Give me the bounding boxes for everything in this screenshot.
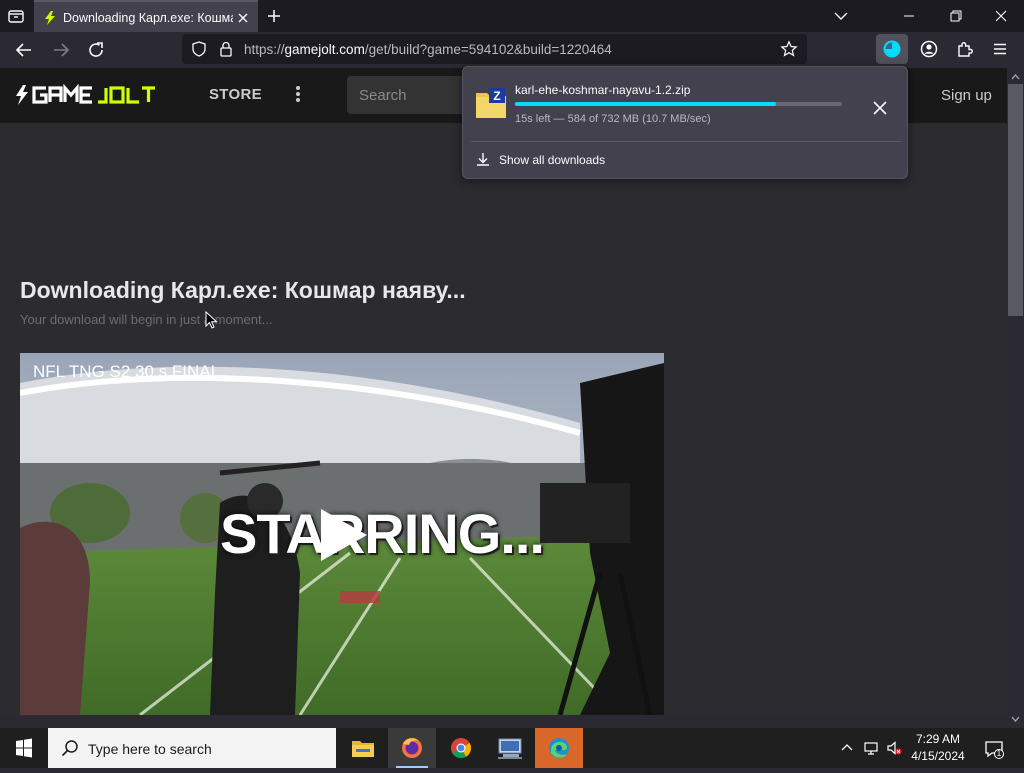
tab-active[interactable]: Downloading Карл.exe: Кошмар наяву: [34, 0, 258, 32]
url-host: gamejolt.com: [284, 42, 365, 57]
download-filename[interactable]: karl-ehe-koshmar-nayavu-1.2.zip: [515, 83, 690, 97]
tab-overflow-chevron-icon[interactable]: [818, 0, 864, 32]
restore-icon[interactable]: [932, 0, 978, 32]
minimize-icon[interactable]: [886, 0, 932, 32]
download-arrow-icon: [475, 151, 491, 167]
download-progress-bar: [515, 102, 842, 106]
mouse-cursor-icon: [205, 311, 218, 329]
scroll-up-icon[interactable]: [1007, 70, 1024, 84]
site-search[interactable]: [347, 76, 477, 114]
reload-icon[interactable]: [84, 38, 108, 62]
firefox-icon: [402, 738, 422, 758]
bookmark-star-icon[interactable]: [780, 40, 798, 58]
back-arrow-icon[interactable]: [12, 38, 36, 62]
show-hidden-icons-chevron-icon[interactable]: [839, 740, 855, 756]
list-all-tabs-icon[interactable]: [6, 6, 26, 26]
forward-arrow-icon[interactable]: [49, 38, 73, 62]
clock-date[interactable]: 4/15/2024: [906, 749, 970, 763]
search-icon: [60, 738, 80, 758]
page-vertical-scrollbar[interactable]: [1007, 68, 1024, 722]
page-title: Downloading Карл.exe: Кошмар наяву...: [20, 277, 466, 303]
start-button[interactable]: [0, 728, 48, 768]
close-tab-icon[interactable]: [235, 10, 251, 26]
clock-time[interactable]: 7:29 AM: [906, 732, 970, 746]
notification-count: 1: [996, 749, 1002, 758]
windows-logo-icon: [16, 738, 32, 758]
taskbar-file-explorer[interactable]: [339, 728, 387, 768]
taskbar-network-app[interactable]: [486, 728, 534, 768]
scroll-down-icon[interactable]: [1007, 712, 1024, 726]
volume-muted-icon[interactable]: [886, 740, 902, 756]
video-overlay-text: STARRING...: [220, 502, 545, 565]
svg-text:Z: Z: [493, 89, 500, 103]
computer-network-icon: [498, 738, 522, 759]
taskbar-search-label: Type here to search: [88, 741, 212, 757]
url-path: /get/build?game=594102&build=1220464: [364, 42, 612, 57]
video-ad[interactable]: STARRING... NFL TNG S2 30 s FINAL: [20, 353, 664, 715]
windows-taskbar: Type here to search 7:29 AM 4/15/2024 1: [0, 728, 1024, 768]
file-explorer-icon: [352, 741, 374, 757]
hamburger-menu-icon[interactable]: [990, 39, 1010, 59]
panel-divider: [471, 141, 901, 142]
video-title: NFL TNG S2 30 s FINAL: [33, 362, 221, 381]
url-text[interactable]: https://gamejolt.com/get/build?game=5941…: [244, 42, 612, 57]
chrome-icon: [451, 738, 472, 759]
show-all-downloads-label: Show all downloads: [499, 153, 606, 167]
zip-file-icon: Z: [475, 85, 507, 119]
show-all-downloads-button[interactable]: Show all downloads: [471, 147, 901, 173]
download-status: 15s left — 584 of 732 MB (10.7 MB/sec): [515, 113, 711, 125]
gamejolt-logo[interactable]: [14, 83, 180, 106]
taskbar-chrome[interactable]: [437, 728, 485, 768]
download-progress-fill: [515, 102, 776, 106]
lock-icon[interactable]: [217, 40, 235, 58]
tab-title: Downloading Карл.exe: Кошмар наяву: [63, 11, 233, 25]
network-icon[interactable]: [863, 740, 879, 756]
extensions-puzzle-icon[interactable]: [955, 39, 975, 59]
notification-center-icon[interactable]: 1: [984, 739, 1004, 759]
close-window-icon[interactable]: [978, 0, 1024, 32]
signup-link[interactable]: Sign up: [941, 87, 992, 104]
gamejolt-favicon-icon: [42, 10, 58, 26]
address-bar[interactable]: https://gamejolt.com/get/build?game=5941…: [182, 34, 807, 64]
taskbar-search-box[interactable]: Type here to search: [48, 728, 336, 768]
tracking-protection-shield-icon[interactable]: [190, 40, 208, 58]
more-vertical-icon[interactable]: [294, 84, 302, 104]
scrollbar-thumb[interactable]: [1008, 84, 1023, 316]
taskbar-firefox[interactable]: [388, 728, 436, 768]
site-search-input[interactable]: [347, 76, 477, 114]
account-icon[interactable]: [919, 39, 939, 59]
page-subtitle: Your download will begin in just a momen…: [20, 312, 273, 327]
edge-icon: [549, 738, 569, 758]
cancel-download-icon[interactable]: [869, 97, 891, 119]
tab-bar: Downloading Карл.exe: Кошмар наяву: [0, 0, 1024, 32]
taskbar-edge[interactable]: [535, 728, 583, 768]
url-scheme: https://: [244, 42, 285, 57]
store-link[interactable]: STORE: [209, 86, 262, 103]
downloads-panel: Z karl-ehe-koshmar-nayavu-1.2.zip 15s le…: [462, 66, 908, 179]
downloads-button[interactable]: [876, 34, 908, 64]
new-tab-icon[interactable]: [265, 7, 283, 25]
play-icon[interactable]: [317, 505, 371, 565]
